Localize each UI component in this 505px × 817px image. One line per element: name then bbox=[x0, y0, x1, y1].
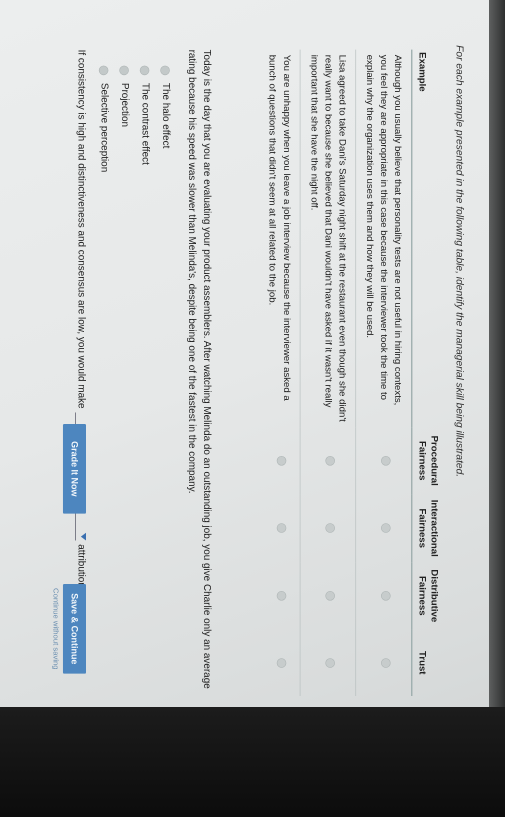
table-row: You are unhappy when you leave a job int… bbox=[258, 49, 301, 696]
example-text: You are unhappy when you leave a job int… bbox=[258, 49, 301, 428]
column-header-procedural: Procedural Fairness bbox=[411, 427, 445, 495]
radio-button[interactable] bbox=[99, 65, 109, 76]
radio-button[interactable] bbox=[140, 65, 150, 76]
column-header-example: Example bbox=[411, 49, 445, 428]
table-row: Lisa agreed to take Dani's Saturday nigh… bbox=[300, 49, 356, 696]
choice-projection[interactable]: Projection bbox=[114, 65, 134, 258]
radio-trust[interactable] bbox=[381, 657, 391, 668]
skill-table: Example Procedural Fairness Interactional… bbox=[258, 49, 445, 696]
radio-button[interactable] bbox=[119, 65, 130, 76]
dropdown-arrow-icon bbox=[80, 532, 87, 541]
completion-prefix: If consistency is high and distinctivene… bbox=[76, 49, 87, 409]
instruction-text: For each example presented in the follow… bbox=[454, 45, 465, 478]
radio-procedural-fairness[interactable] bbox=[325, 455, 335, 466]
example-text: Lisa agreed to take Dani's Saturday nigh… bbox=[300, 49, 356, 428]
save-and-continue-button[interactable]: Save & Continue bbox=[62, 584, 87, 674]
choice-label: The contrast effect bbox=[139, 82, 151, 165]
radio-procedural-fairness[interactable] bbox=[381, 455, 391, 466]
example-text: Although you usually believe that person… bbox=[355, 49, 412, 428]
column-header-interactional: Interactional Fairness bbox=[411, 494, 445, 563]
grade-it-now-button[interactable]: Grade It Now bbox=[62, 424, 87, 514]
scenario-text: Today is the day that you are evaluating… bbox=[186, 49, 213, 689]
radio-distributive-fairness[interactable] bbox=[381, 591, 391, 601]
radio-trust[interactable] bbox=[276, 657, 287, 668]
choice-halo-effect[interactable]: The halo effect bbox=[155, 65, 175, 258]
radio-interactional-fairness[interactable] bbox=[325, 523, 335, 534]
completion-sentence: If consistency is high and distinctivene… bbox=[75, 49, 88, 596]
radio-interactional-fairness[interactable] bbox=[381, 523, 391, 534]
monitor-bezel-right bbox=[489, 0, 505, 760]
choice-label: Selective perception bbox=[98, 82, 110, 173]
answer-choices: The halo effect The contrast effect Proj… bbox=[94, 65, 176, 258]
radio-trust[interactable] bbox=[325, 657, 335, 668]
radio-distributive-fairness[interactable] bbox=[325, 591, 335, 601]
choice-selective-perception[interactable]: Selective perception bbox=[94, 65, 114, 258]
radio-button[interactable] bbox=[160, 65, 171, 76]
assignment-page: For each example presented in the follow… bbox=[51, 40, 470, 738]
table-row: Although you usually believe that person… bbox=[355, 49, 412, 696]
radio-distributive-fairness[interactable] bbox=[276, 591, 287, 601]
choice-label: The halo effect bbox=[160, 82, 172, 149]
radio-interactional-fairness[interactable] bbox=[276, 523, 287, 534]
column-header-trust: Trust bbox=[411, 629, 445, 696]
choice-label: Projection bbox=[119, 82, 131, 127]
choice-contrast-effect[interactable]: The contrast effect bbox=[135, 65, 155, 258]
column-header-distributive: Distributive Fairness bbox=[411, 562, 445, 630]
radio-procedural-fairness[interactable] bbox=[276, 455, 287, 466]
continue-without-saving-link[interactable]: Continue without saving bbox=[51, 584, 60, 674]
table-header-row: Example Procedural Fairness Interactional… bbox=[411, 49, 445, 696]
